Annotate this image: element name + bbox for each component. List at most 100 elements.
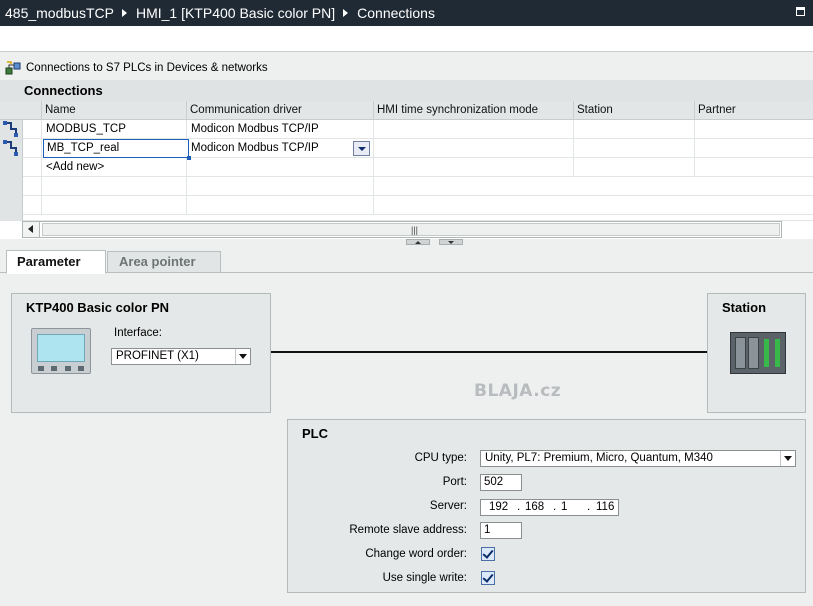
- cell-name[interactable]: MODBUS_TCP: [42, 120, 187, 139]
- watermark: BLAJA.cz: [474, 381, 562, 401]
- horizontal-scrollbar[interactable]: |||: [22, 221, 782, 238]
- name-input-value[interactable]: MB_TCP_real: [47, 142, 119, 154]
- window-restore-icon[interactable]: [796, 7, 805, 16]
- row-spacer: [23, 158, 42, 177]
- interface-select[interactable]: PROFINET (X1): [111, 348, 251, 365]
- plc-panel: PLC CPU type: Unity, PL7: Premium, Micro…: [287, 419, 806, 593]
- name-input[interactable]: MB_TCP_real: [43, 139, 191, 160]
- cell-driver[interactable]: Modicon Modbus TCP/IP: [187, 120, 374, 139]
- row-header: [0, 215, 23, 221]
- connections-title: Connections: [0, 80, 813, 101]
- plc-title: PLC: [302, 426, 328, 441]
- ip-octet-1[interactable]: 192: [489, 500, 508, 515]
- row-header: [0, 196, 23, 215]
- chevron-down-icon[interactable]: [780, 451, 795, 466]
- port-input[interactable]: 502: [480, 474, 522, 491]
- ip-octet-4[interactable]: 116: [596, 500, 614, 515]
- empty-cell: [187, 177, 374, 196]
- chevron-right-icon: [343, 9, 349, 17]
- row-header[interactable]: [0, 120, 23, 139]
- table-row-selected[interactable]: MB_TCP_real Modicon Modbus TCP/IP: [0, 139, 813, 160]
- cpu-type-select[interactable]: Unity, PL7: Premium, Micro, Quantum, M34…: [480, 450, 796, 467]
- remote-slave-label: Remote slave address:: [349, 524, 467, 536]
- plc-module: [735, 337, 746, 369]
- collapse-up-icon[interactable]: [406, 239, 430, 245]
- breadcrumb: 485_modbusTCP HMI_1 [KTP400 Basic color …: [0, 0, 813, 26]
- cell-station: [574, 158, 695, 177]
- interface-label: Interface:: [114, 327, 162, 339]
- plc-module: [748, 337, 759, 369]
- cell-time-sync: [374, 158, 574, 177]
- connection-icon: [3, 140, 18, 156]
- empty-cell: [42, 196, 187, 215]
- driver-value[interactable]: Modicon Modbus TCP/IP: [191, 142, 319, 154]
- ip-octet-2[interactable]: 168: [525, 500, 544, 515]
- single-write-label: Use single write:: [382, 572, 467, 584]
- cell-time-sync[interactable]: [374, 139, 574, 158]
- cell-station[interactable]: [574, 120, 695, 139]
- empty-row: [0, 196, 813, 215]
- cpu-type-label: CPU type:: [414, 452, 467, 464]
- cell-station[interactable]: [574, 139, 695, 158]
- port-label: Port:: [442, 476, 467, 488]
- cpu-type-value[interactable]: Unity, PL7: Premium, Micro, Quantum, M34…: [485, 452, 713, 464]
- tab-bar: Parameter Area pointer: [0, 247, 813, 274]
- row-header[interactable]: [0, 139, 23, 158]
- toolbar-strip: [0, 26, 813, 52]
- remote-slave-input[interactable]: 1: [480, 522, 522, 539]
- row-spacer: [23, 139, 42, 158]
- station-title: Station: [722, 300, 767, 315]
- breadcrumb-device[interactable]: HMI_1 [KTP400 Basic color PN]: [136, 5, 335, 21]
- change-word-order-checkbox[interactable]: [481, 547, 495, 561]
- single-write-checkbox[interactable]: [481, 571, 495, 585]
- cell-partner[interactable]: [695, 139, 813, 158]
- column-header-partner[interactable]: Partner: [695, 101, 813, 120]
- empty-cell: [374, 177, 574, 196]
- breadcrumb-project[interactable]: 485_modbusTCP: [5, 5, 114, 21]
- empty-cell: [374, 196, 574, 215]
- chevron-down-icon[interactable]: [235, 349, 250, 364]
- plc-station-icon: [730, 332, 786, 374]
- tab-area-pointer[interactable]: Area pointer: [107, 251, 221, 273]
- table-row[interactable]: MODBUS_TCP Modicon Modbus TCP/IP: [0, 120, 813, 139]
- network-link-line: [271, 351, 707, 353]
- network-devices-icon[interactable]: [5, 61, 21, 75]
- row-header[interactable]: [0, 158, 23, 177]
- cell-name-editor[interactable]: MB_TCP_real: [42, 139, 191, 160]
- interface-select-value[interactable]: PROFINET (X1): [116, 350, 199, 362]
- driver-dropdown-button[interactable]: [353, 141, 370, 156]
- column-header-station[interactable]: Station: [574, 101, 695, 120]
- empty-cell: [187, 196, 374, 215]
- server-label: Server:: [429, 500, 467, 512]
- tab-parameter[interactable]: Parameter: [6, 250, 106, 274]
- info-bar-text[interactable]: Connections to S7 PLCs in Devices & netw…: [26, 62, 268, 74]
- scroll-left-button[interactable]: [23, 222, 40, 237]
- cell-time-sync[interactable]: [374, 120, 574, 139]
- change-word-order-label: Change word order:: [365, 548, 467, 560]
- add-new-cell[interactable]: <Add new>: [42, 158, 187, 177]
- info-bar: Connections to S7 PLCs in Devices & netw…: [0, 56, 813, 80]
- plc-module-led: [775, 339, 780, 367]
- cell-partner[interactable]: [695, 120, 813, 139]
- breadcrumb-page[interactable]: Connections: [357, 5, 435, 21]
- column-header-name[interactable]: Name: [42, 101, 187, 120]
- column-header-driver[interactable]: Communication driver: [187, 101, 374, 120]
- cell-driver[interactable]: Modicon Modbus TCP/IP: [187, 139, 374, 158]
- hmi-screen: [37, 334, 85, 362]
- scroll-thumb[interactable]: |||: [42, 223, 780, 236]
- column-header-time-sync[interactable]: HMI time synchronization mode: [374, 101, 574, 120]
- hmi-device-title: KTP400 Basic color PN: [26, 300, 170, 315]
- empty-row: [0, 177, 813, 196]
- row-header: [0, 177, 23, 196]
- row-spacer: [23, 120, 42, 139]
- add-new-row[interactable]: <Add new>: [0, 158, 813, 177]
- collapse-down-icon[interactable]: [439, 239, 463, 245]
- splitter[interactable]: [0, 239, 813, 247]
- cell-driver: [187, 158, 374, 177]
- header-spacer: [0, 101, 42, 120]
- ip-octet-3[interactable]: 1: [561, 500, 567, 515]
- hmi-device-panel: KTP400 Basic color PN Interface: PROFINE…: [11, 293, 271, 413]
- empty-cell: [42, 177, 187, 196]
- connections-table: Name Communication driver HMI time synch…: [0, 101, 813, 239]
- server-ip-input[interactable]: 192 . 168 . 1 . 116: [480, 499, 619, 516]
